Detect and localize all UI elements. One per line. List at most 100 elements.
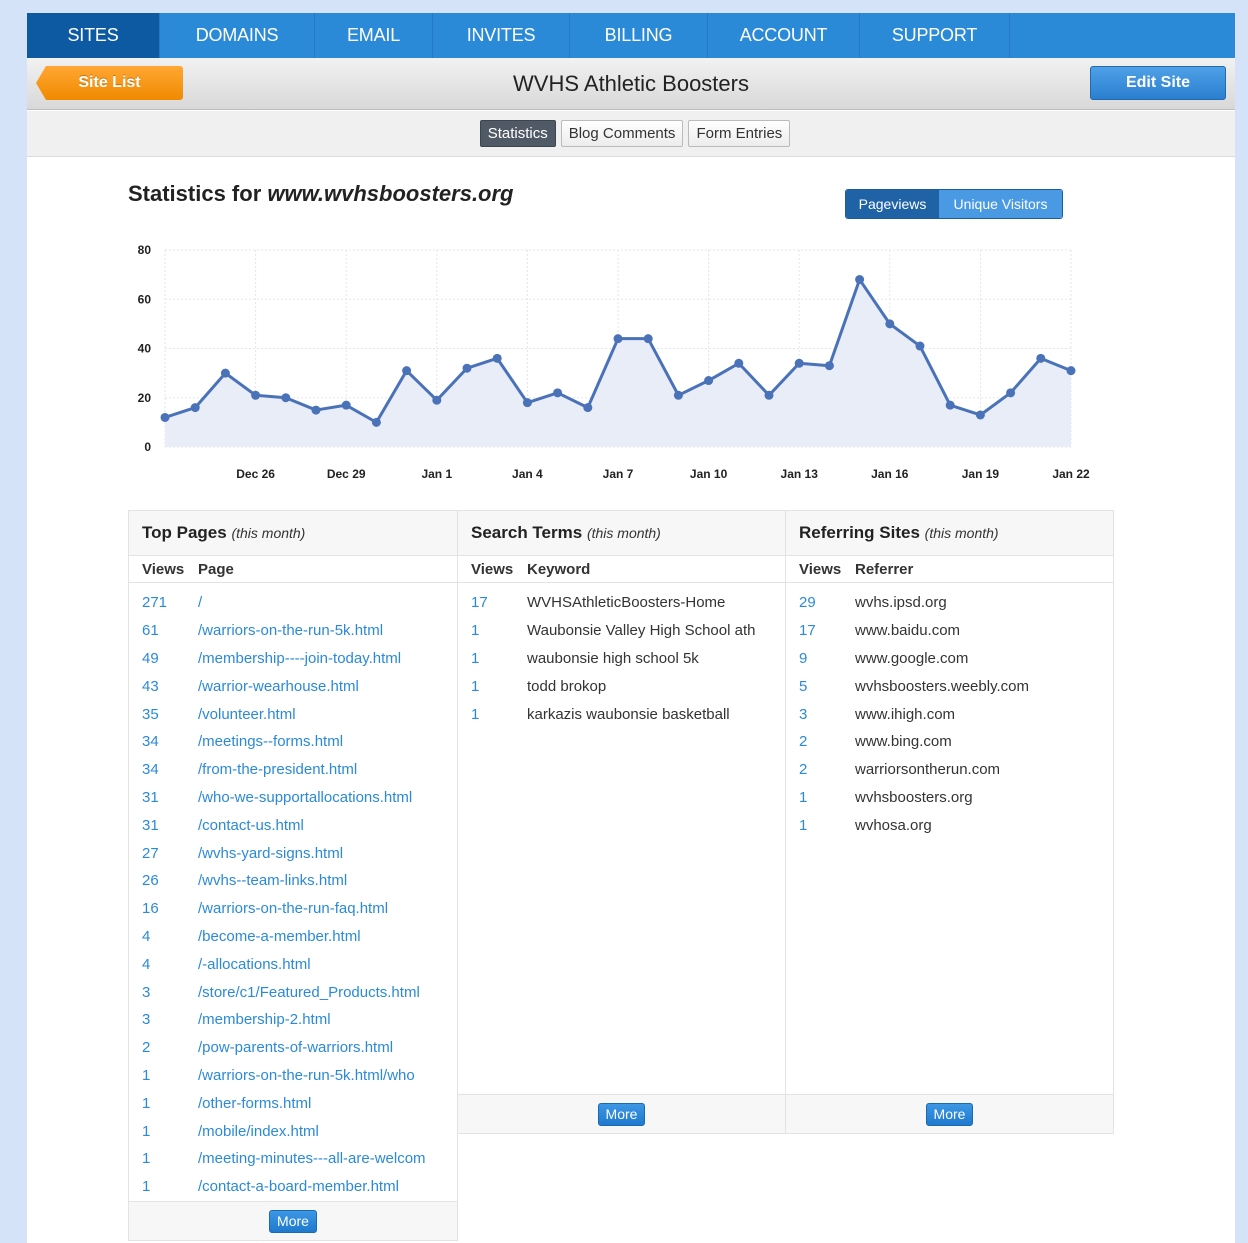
row-views[interactable]: 1 [129,1095,198,1112]
row-views[interactable]: 1 [129,1150,198,1167]
tab-statistics[interactable]: Statistics [479,120,556,147]
edit-site-button[interactable]: Edit Site [1090,66,1226,100]
row-page[interactable]: /volunteer.html [198,706,457,723]
top-pages-footer: More [129,1201,457,1240]
nav-support[interactable]: SUPPORT [860,13,1010,58]
row-views[interactable]: 271 [129,594,198,611]
row-views[interactable]: 26 [129,872,198,889]
row-page[interactable]: /become-a-member.html [198,928,457,945]
top-page-row: 26/wvhs--team-links.html [129,867,457,895]
col-page: Page [198,560,234,578]
row-views[interactable]: 2 [786,733,855,750]
search-terms-columns: Views Keyword [458,556,785,583]
row-views[interactable]: 3 [129,1011,198,1028]
row-page[interactable]: /pow-parents-of-warriors.html [198,1039,457,1056]
row-page[interactable]: /warrior-wearhouse.html [198,678,457,695]
row-page[interactable]: /meeting-minutes---all-are-welcom [198,1150,457,1167]
row-page[interactable]: /wvhs--team-links.html [198,872,457,889]
search-terms-header: Search Terms (this month) [458,511,785,556]
row-referrer: www.ihigh.com [855,705,956,723]
nav-invites[interactable]: INVITES [433,13,570,58]
row-views[interactable]: 5 [786,678,855,695]
y-tick-label: 0 [144,440,151,454]
top-page-row: 31/who-we-supportallocations.html [129,784,457,812]
data-point [643,334,653,344]
nav-email[interactable]: EMAIL [315,13,433,58]
row-views[interactable]: 34 [129,761,198,778]
row-views[interactable]: 1 [786,789,855,806]
search-terms-more-button[interactable]: More [597,1102,646,1126]
row-views[interactable]: 1 [129,1067,198,1084]
row-views[interactable]: 1 [786,817,855,834]
row-views[interactable]: 1 [129,1123,198,1140]
site-header: Site List WVHS Athletic Boosters Edit Si… [27,58,1235,110]
nav-domains[interactable]: DOMAINS [160,13,315,58]
row-views[interactable]: 1 [129,1178,198,1195]
row-views[interactable]: 3 [129,984,198,1001]
data-point [885,319,895,329]
row-views[interactable]: 1 [458,622,527,639]
row-page[interactable]: /contact-a-board-member.html [198,1178,457,1195]
row-views[interactable]: 1 [458,706,527,723]
nav-account[interactable]: ACCOUNT [708,13,860,58]
tab-form-entries[interactable]: Form Entries [688,120,791,147]
row-page[interactable]: /-allocations.html [198,956,457,973]
top-page-row: 4/-allocations.html [129,950,457,978]
row-views[interactable]: 61 [129,622,198,639]
row-views[interactable]: 35 [129,706,198,723]
search-term-row: 17 WVHSAthleticBoosters-Home [458,589,785,617]
row-views[interactable]: 31 [129,817,198,834]
row-views[interactable]: 49 [129,650,198,667]
tab-blog-comments[interactable]: Blog Comments [560,120,684,147]
row-page[interactable]: /meetings--forms.html [198,733,457,750]
referring-sites-more-button[interactable]: More [925,1102,974,1126]
row-views[interactable]: 4 [129,928,198,945]
row-page[interactable]: /store/c1/Featured_Products.html [198,984,457,1001]
nav-billing[interactable]: BILLING [570,13,708,58]
row-views[interactable]: 34 [129,733,198,750]
x-tick-label: Jan 16 [871,467,909,481]
row-page[interactable]: /wvhs-yard-signs.html [198,845,457,862]
nav-sites[interactable]: SITES [27,13,160,58]
row-keyword: WVHSAthleticBoosters-Home [527,594,726,612]
row-views[interactable]: 1 [458,650,527,667]
row-page[interactable]: /contact-us.html [198,817,457,834]
data-point [341,400,351,410]
row-views[interactable]: 1 [458,678,527,695]
row-referrer: wvhs.ipsd.org [855,594,947,612]
row-views[interactable]: 27 [129,845,198,862]
data-point [432,395,442,405]
row-views[interactable]: 2 [786,761,855,778]
data-point [402,366,412,376]
top-page-row: 1/contact-a-board-member.html [129,1173,457,1201]
row-page[interactable]: /from-the-president.html [198,761,457,778]
row-page[interactable]: /warriors-on-the-run-5k.html/who [198,1067,457,1084]
col-views: Views [799,560,842,578]
row-views[interactable]: 16 [129,900,198,917]
top-pages-more-button[interactable]: More [269,1209,317,1233]
col-referrer: Referrer [855,560,914,578]
unique-visitors-toggle[interactable]: Unique Visitors [939,190,1062,218]
pageviews-toggle[interactable]: Pageviews [846,190,939,218]
top-page-row: 1/mobile/index.html [129,1117,457,1145]
row-page[interactable]: /warriors-on-the-run-faq.html [198,900,457,917]
row-views[interactable]: 3 [786,706,855,723]
row-views[interactable]: 29 [786,594,855,611]
row-views[interactable]: 17 [458,594,527,611]
row-page[interactable]: /who-we-supportallocations.html [198,789,457,806]
row-views[interactable]: 43 [129,678,198,695]
row-page[interactable]: /other-forms.html [198,1095,457,1112]
row-referrer: wvhsboosters.org [855,788,973,806]
row-views[interactable]: 2 [129,1039,198,1056]
row-views[interactable]: 31 [129,789,198,806]
row-views[interactable]: 9 [786,650,855,667]
row-views[interactable]: 4 [129,956,198,973]
row-page[interactable]: /membership----join-today.html [198,650,457,667]
row-page[interactable]: /membership-2.html [198,1011,457,1028]
stats-title: Statistics for www.wvhsboosters.org [128,181,514,207]
top-pages-rows: 271/61/warriors-on-the-run-5k.html 49/mem… [129,583,457,1201]
row-views[interactable]: 17 [786,622,855,639]
row-page[interactable]: /mobile/index.html [198,1123,457,1140]
row-page[interactable]: / [198,594,457,611]
row-page[interactable]: /warriors-on-the-run-5k.html [198,622,457,639]
